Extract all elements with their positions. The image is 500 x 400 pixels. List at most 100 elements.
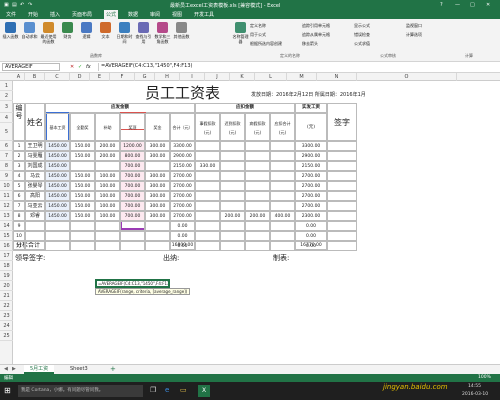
excel-taskbar-icon[interactable]: X [198,385,210,397]
cell-r7-c6[interactable]: 300.00 [145,201,170,211]
add-sheet-button[interactable]: + [110,365,116,373]
row-header-18[interactable]: 18 [0,261,13,271]
row-header-9[interactable]: 9 [0,171,13,181]
cell-r9-c12[interactable]: 0.00 [295,221,327,231]
cell-r6-c12[interactable]: 2700.00 [295,191,327,201]
column-header-A[interactable]: A [13,73,25,81]
cell-r1-c9[interactable] [220,141,245,151]
cell-r11-c3[interactable] [70,241,95,251]
cell-r8-c7[interactable]: 2700.00 [170,211,195,221]
ribbon-button-9[interactable]: 其他函数 [173,22,190,39]
tab-6[interactable]: 审阅 [148,11,162,18]
column-header-J[interactable]: J [205,73,230,81]
row-header-13[interactable]: 13 [0,211,13,221]
cell-r8-c8[interactable] [195,211,220,221]
column-header-M[interactable]: M [287,73,317,81]
ribbon-button-10[interactable]: 名称管理器 [232,22,249,44]
header-name[interactable]: 姓名 [25,103,45,141]
cell-r6-c1[interactable]: 高阳 [25,191,45,201]
column-header-I[interactable]: I [180,73,205,81]
cell-r9-c6[interactable] [145,221,170,231]
cell-r7-c4[interactable]: 100.00 [95,201,120,211]
cell-r8-c11[interactable]: 400.00 [270,211,295,221]
cell-r6-c0[interactable]: 6 [13,191,25,201]
column-header-B[interactable]: B [25,73,45,81]
cell-r9-c9[interactable] [220,221,245,231]
sheet-tab-0[interactable]: 5月工资 [24,365,55,374]
cell-r3-c8[interactable]: 330.00 [195,161,220,171]
cancel-formula-button[interactable]: ✕ [70,64,74,70]
tab-1[interactable]: 开始 [26,11,40,18]
cell-r1-c5[interactable]: 1200.00 [120,141,145,151]
close-button[interactable]: ✕ [486,2,490,8]
cell-r1-c13[interactable] [327,141,357,151]
cell-r8-c1[interactable]: 邓睿 [25,211,45,221]
cell-r11-c4[interactable] [95,241,120,251]
column-header-F[interactable]: F [110,73,135,81]
cell-r8-c4[interactable]: 100.00 [95,211,120,221]
cell-r10-c11[interactable] [270,231,295,241]
cell-r3-c2[interactable]: 1450.00 [45,161,70,171]
insert-function-fx-button[interactable]: fx [86,64,91,70]
cell-r3-c11[interactable] [270,161,295,171]
row-header-19[interactable]: 19 [0,271,13,281]
row-header-2[interactable]: 2 [0,91,13,101]
worksheet-grid[interactable]: 员工工资表 发放日期：2016年2月12日 所属日期：2016年1月 编号 姓名… [13,81,500,364]
tab-0[interactable]: 文件 [4,11,18,18]
cell-r9-c1[interactable] [25,221,45,231]
column-header-E[interactable]: E [90,73,110,81]
cell-r7-c2[interactable]: 1450.00 [45,201,70,211]
cell-r5-c11[interactable] [270,181,295,191]
cell-r6-c10[interactable] [245,191,270,201]
cell-r11-c10[interactable] [245,241,270,251]
row-header-10[interactable]: 10 [0,181,13,191]
cell-r6-c13[interactable] [327,191,357,201]
column-header-D[interactable]: D [70,73,90,81]
cell-r4-c11[interactable] [270,171,295,181]
cell-r11-c1[interactable] [25,241,45,251]
cell-r3-c7[interactable]: 2150.00 [170,161,195,171]
cell-r2-c7[interactable]: 2900.00 [170,151,195,161]
cell-r8-c0[interactable]: 8 [13,211,25,221]
maximize-button[interactable]: □ [470,2,475,8]
cell-r1-c7[interactable]: 3300.00 [170,141,195,151]
cell-r7-c10[interactable] [245,201,270,211]
cell-r6-c8[interactable] [195,191,220,201]
ribbon-item-10[interactable]: 计算选项 [406,32,422,38]
cell-r9-c0[interactable]: 9 [13,221,25,231]
cell-r5-c2[interactable]: 1450.00 [45,181,70,191]
cell-r1-c10[interactable] [245,141,270,151]
row-header-5[interactable]: 5 [0,123,13,141]
ribbon-button-1[interactable]: 自动求和 [21,22,38,39]
sub-header-due-2[interactable]: 补助 [95,113,120,141]
row-header-24[interactable]: 24 [0,321,13,331]
row-header-15[interactable]: 15 [0,231,13,241]
cell-r9-c4[interactable] [95,221,120,231]
tab-4[interactable]: 公式 [104,10,119,19]
ribbon-item-3[interactable]: 追踪引用单元格 [302,23,330,29]
row-header-8[interactable]: 8 [0,161,13,171]
cell-r7-c12[interactable]: 2700.00 [295,201,327,211]
row-header-22[interactable]: 22 [0,301,13,311]
cell-r5-c4[interactable]: 100.00 [95,181,120,191]
cell-r8-c10[interactable]: 200.00 [245,211,270,221]
tab-8[interactable]: 开发工具 [192,11,216,18]
header-no[interactable]: 编号 [13,103,25,141]
cell-r9-c7[interactable]: 0.00 [170,221,195,231]
cell-r4-c2[interactable]: 1450.00 [45,171,70,181]
cell-r5-c8[interactable] [195,181,220,191]
row-header-12[interactable]: 12 [0,201,13,211]
cell-r7-c1[interactable]: 马亚云 [25,201,45,211]
cell-r5-c5[interactable]: 700.00 [120,181,145,191]
redo-icon[interactable]: ↷ [28,2,32,8]
tab-3[interactable]: 页面布局 [70,11,94,18]
ribbon-button-5[interactable]: 文本 [97,22,114,39]
cell-r7-c9[interactable] [220,201,245,211]
cell-r5-c3[interactable]: 150.00 [70,181,95,191]
cell-r1-c4[interactable]: 200.00 [95,141,120,151]
row-header-20[interactable]: 20 [0,281,13,291]
row-header-6[interactable]: 6 [0,141,13,151]
cell-r3-c1[interactable]: 刘国成 [25,161,45,171]
row-header-25[interactable]: 25 [0,331,13,341]
row-header-3[interactable]: 3 [0,101,13,113]
